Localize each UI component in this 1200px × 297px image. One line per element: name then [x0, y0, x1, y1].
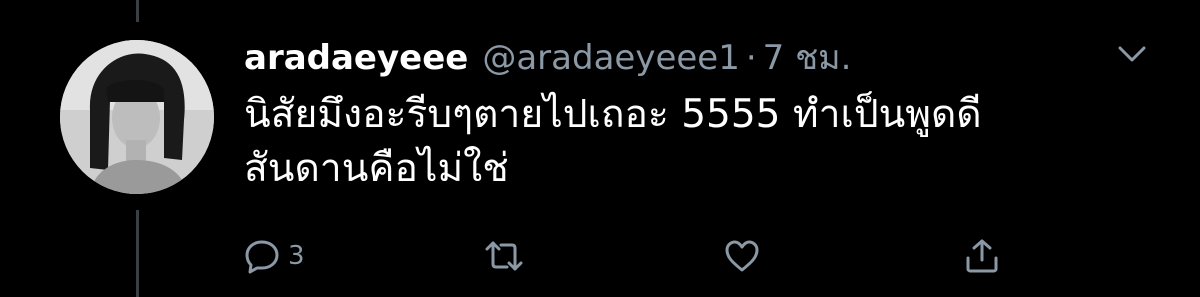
- display-name[interactable]: aradaeyeee: [244, 36, 468, 80]
- share-icon: [966, 239, 998, 273]
- retweet-button[interactable]: [484, 236, 524, 276]
- more-options-button[interactable]: [1112, 40, 1152, 70]
- tweet-text-line: นิสัยมึงอะรีบๆตายไปเถอะ 5555 ทำเป็นพูดดี: [244, 92, 982, 137]
- avatar-photo: [60, 40, 214, 194]
- tweet-text: นิสัยมึงอะรีบๆตายไปเถอะ 5555 ทำเป็นพูดดี…: [244, 88, 1124, 196]
- tweet-header: aradaeyeee @aradaeyeee1 · 7 ชม.: [244, 36, 851, 80]
- thread-line-bottom: [136, 210, 139, 297]
- like-button[interactable]: [724, 236, 760, 276]
- action-bar: 3: [244, 236, 1004, 276]
- share-button[interactable]: [964, 236, 1000, 276]
- heart-icon: [725, 240, 759, 272]
- user-handle[interactable]: @aradaeyeee1: [482, 36, 740, 80]
- tweet-text-line: สันดานคือไม่ใช่: [244, 146, 509, 191]
- separator-dot: ·: [745, 38, 757, 78]
- reply-count: 3: [288, 241, 305, 271]
- thread-line-top: [136, 0, 139, 22]
- avatar[interactable]: [60, 40, 214, 194]
- retweet-icon: [485, 241, 523, 271]
- reply-icon: [245, 240, 279, 274]
- reply-button[interactable]: 3: [244, 236, 305, 276]
- timestamp[interactable]: 7 ชม.: [763, 36, 852, 80]
- chevron-down-icon: [1118, 46, 1146, 62]
